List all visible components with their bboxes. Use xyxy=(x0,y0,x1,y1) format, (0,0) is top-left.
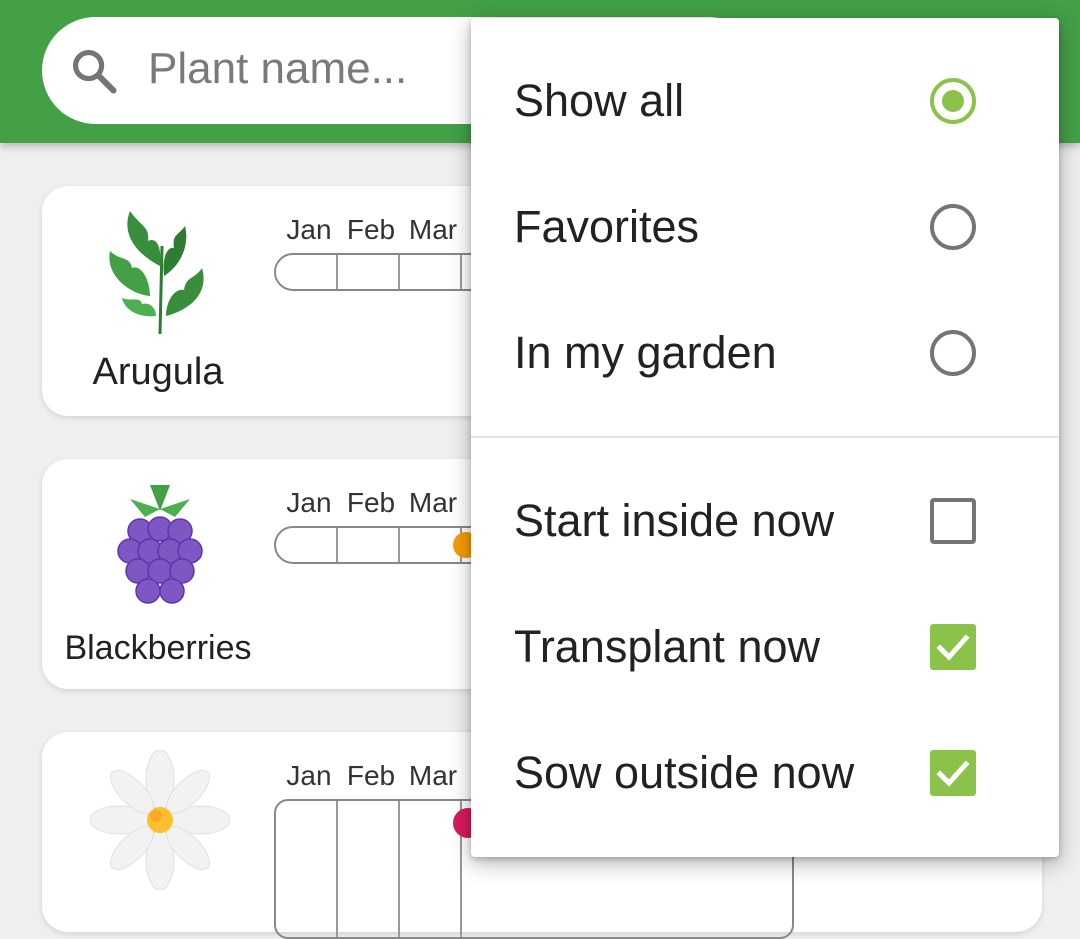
menu-item-favorites[interactable]: Favorites xyxy=(471,164,1059,290)
menu-item-label: Show all xyxy=(514,75,685,126)
menu-item-sow-outside-now[interactable]: Sow outside now xyxy=(471,710,1059,836)
radio-unselected-icon[interactable] xyxy=(929,329,977,377)
month-label: Mar xyxy=(408,487,458,518)
month-label: Mar xyxy=(408,760,458,791)
plant-name: Blackberries xyxy=(64,629,252,667)
month-label: Feb xyxy=(346,760,396,791)
menu-item-label: Transplant now xyxy=(514,621,820,672)
flower-image xyxy=(90,750,230,890)
month-label: Feb xyxy=(346,214,396,245)
menu-item-transplant-now[interactable]: Transplant now xyxy=(471,584,1059,710)
checkbox-unchecked-icon[interactable] xyxy=(929,497,977,545)
menu-item-label: Sow outside now xyxy=(514,747,855,798)
menu-item-label: Start inside now xyxy=(514,495,835,546)
menu-divider xyxy=(471,436,1059,438)
month-label: Mar xyxy=(408,214,458,245)
month-header: Jan Feb Mar xyxy=(278,760,464,792)
month-label: Feb xyxy=(346,487,396,518)
menu-item-in-my-garden[interactable]: In my garden xyxy=(471,290,1059,416)
arugula-image xyxy=(109,211,204,335)
checkbox-checked-icon[interactable] xyxy=(929,749,977,797)
menu-item-label: Favorites xyxy=(514,201,700,252)
blackberries-image xyxy=(117,485,203,604)
month-header: Jan Feb Mar xyxy=(278,214,464,246)
month-label: Jan xyxy=(286,487,332,518)
radio-unselected-icon[interactable] xyxy=(929,203,977,251)
menu-item-start-inside-now[interactable]: Start inside now xyxy=(471,458,1059,584)
menu-item-show-all[interactable]: Show all xyxy=(471,38,1059,164)
month-header: Jan Feb Mar xyxy=(278,487,464,519)
filter-menu: Show all Favorites In my garden Start in… xyxy=(471,18,1059,857)
search-icon[interactable] xyxy=(68,45,120,97)
month-label: Jan xyxy=(286,760,332,791)
month-label: Jan xyxy=(286,214,332,245)
menu-item-label: In my garden xyxy=(514,327,777,378)
radio-selected-icon[interactable] xyxy=(929,77,977,125)
checkbox-checked-icon[interactable] xyxy=(929,623,977,671)
plant-name: Arugula xyxy=(92,351,224,393)
